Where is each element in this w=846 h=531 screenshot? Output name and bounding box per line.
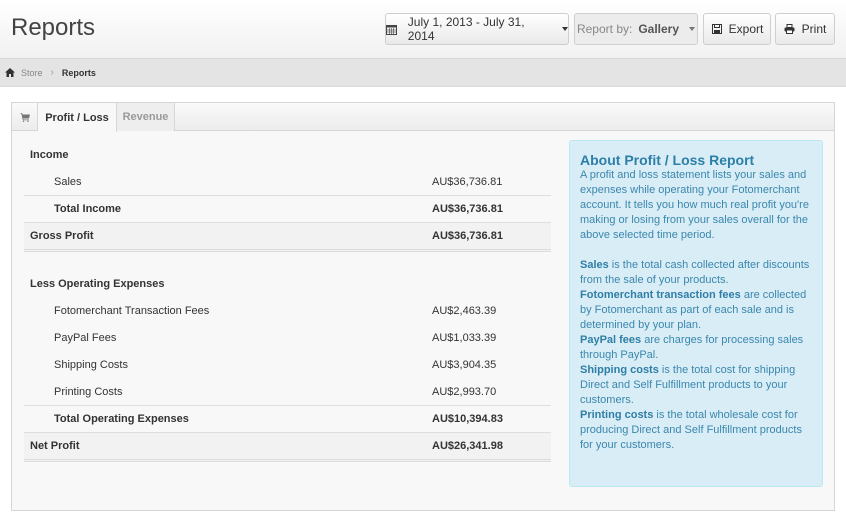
row-amount: AU$2,993.70 bbox=[432, 385, 497, 398]
table-row: Shipping Costs AU$3,904.35 bbox=[24, 351, 551, 378]
row-label: Gross Profit bbox=[30, 230, 94, 242]
income-heading: Income bbox=[30, 148, 69, 161]
table-row: PayPal Fees AU$1,033.39 bbox=[24, 324, 551, 351]
printer-icon bbox=[784, 23, 796, 35]
definition-printing-costs: Printing costs is the total wholesale co… bbox=[580, 409, 802, 451]
row-label: Net Profit bbox=[30, 440, 80, 452]
profit-loss-table: Income Sales AU$36,736.81 Total Income A… bbox=[24, 141, 551, 462]
row-amount: AU$1,033.39 bbox=[432, 331, 497, 344]
breadcrumb-item-reports: Reports bbox=[61, 67, 96, 78]
row-label: Total Income bbox=[54, 203, 122, 215]
home-icon[interactable] bbox=[5, 68, 15, 77]
row-amount: AU$2,463.39 bbox=[432, 304, 497, 317]
export-label: Export bbox=[728, 22, 764, 36]
about-report-title: About Profit / Loss Report bbox=[580, 152, 755, 168]
print-label: Print bbox=[801, 22, 827, 36]
row-amount: AU$3,904.35 bbox=[432, 358, 497, 371]
cart-icon bbox=[19, 112, 30, 122]
date-range-label: July 1, 2013 - July 31, 2014 bbox=[407, 15, 525, 43]
definition-shipping-costs: Shipping costs is the total cost for shi… bbox=[580, 364, 796, 406]
tab-profit-loss[interactable]: Profit / Loss bbox=[38, 103, 117, 132]
row-amount: AU$36,736.81 bbox=[432, 230, 503, 242]
page-header: Reports July 1, 2013 - July 31, 2014 Rep… bbox=[0, 0, 846, 58]
floppy-disk-icon bbox=[711, 23, 723, 35]
report-by-prefix: Report by: bbox=[576, 22, 633, 36]
row-label: Shipping Costs bbox=[54, 358, 128, 371]
export-button[interactable]: Export bbox=[703, 13, 771, 45]
row-amount: AU$10,394.83 bbox=[432, 413, 503, 425]
tab-cart[interactable] bbox=[12, 103, 38, 131]
row-label: PayPal Fees bbox=[54, 331, 117, 344]
chevron-right-icon: › bbox=[50, 67, 54, 78]
definition-transaction-fees: Fotomerchant transaction fees are collec… bbox=[580, 289, 807, 331]
chevron-down-icon bbox=[562, 27, 568, 31]
table-row: Printing Costs AU$2,993.70 bbox=[24, 378, 551, 405]
breadcrumb-item-store[interactable]: Store bbox=[21, 68, 43, 78]
expenses-heading-row: Less Operating Expenses bbox=[24, 270, 551, 297]
definition-sales: Sales is the total cash collected after … bbox=[580, 259, 810, 286]
row-label: Sales bbox=[54, 175, 82, 188]
gross-profit-row: Gross Profit AU$36,736.81 bbox=[24, 222, 551, 252]
row-amount: AU$26,341.98 bbox=[432, 440, 503, 452]
tab-revenue[interactable]: Revenue bbox=[117, 103, 175, 131]
report-panel: Profit / Loss Revenue Income Sales AU$36… bbox=[11, 102, 835, 511]
table-row: Fotomerchant Transaction Fees AU$2,463.3… bbox=[24, 297, 551, 324]
expenses-heading: Less Operating Expenses bbox=[30, 277, 165, 290]
about-report-box: About Profit / Loss Report A profit and … bbox=[569, 140, 823, 487]
total-income-row: Total Income AU$36,736.81 bbox=[24, 195, 551, 222]
table-row: Sales AU$36,736.81 bbox=[24, 168, 551, 195]
report-by-value: Gallery bbox=[638, 22, 680, 36]
report-tabs: Profit / Loss Revenue bbox=[12, 103, 834, 132]
about-report-intro: A profit and loss statement lists your s… bbox=[580, 169, 809, 241]
print-button[interactable]: Print bbox=[775, 13, 835, 45]
calendar-icon bbox=[386, 23, 398, 35]
income-heading-row: Income bbox=[24, 141, 551, 168]
row-amount: AU$36,736.81 bbox=[432, 203, 503, 215]
definition-paypal-fees: PayPal fees are charges for processing s… bbox=[580, 334, 804, 361]
report-by-dropdown[interactable]: Report by: Gallery bbox=[574, 13, 698, 45]
net-profit-row: Net Profit AU$26,341.98 bbox=[24, 432, 551, 462]
chevron-down-icon bbox=[689, 27, 696, 31]
date-range-button[interactable]: July 1, 2013 - July 31, 2014 bbox=[385, 13, 569, 45]
page-title: Reports bbox=[11, 14, 96, 41]
row-amount: AU$36,736.81 bbox=[432, 175, 503, 188]
breadcrumb: Store › Reports bbox=[0, 58, 846, 87]
row-label: Fotomerchant Transaction Fees bbox=[54, 304, 210, 317]
row-label: Printing Costs bbox=[54, 385, 123, 398]
total-expenses-row: Total Operating Expenses AU$10,394.83 bbox=[24, 405, 551, 432]
row-label: Total Operating Expenses bbox=[54, 413, 189, 425]
